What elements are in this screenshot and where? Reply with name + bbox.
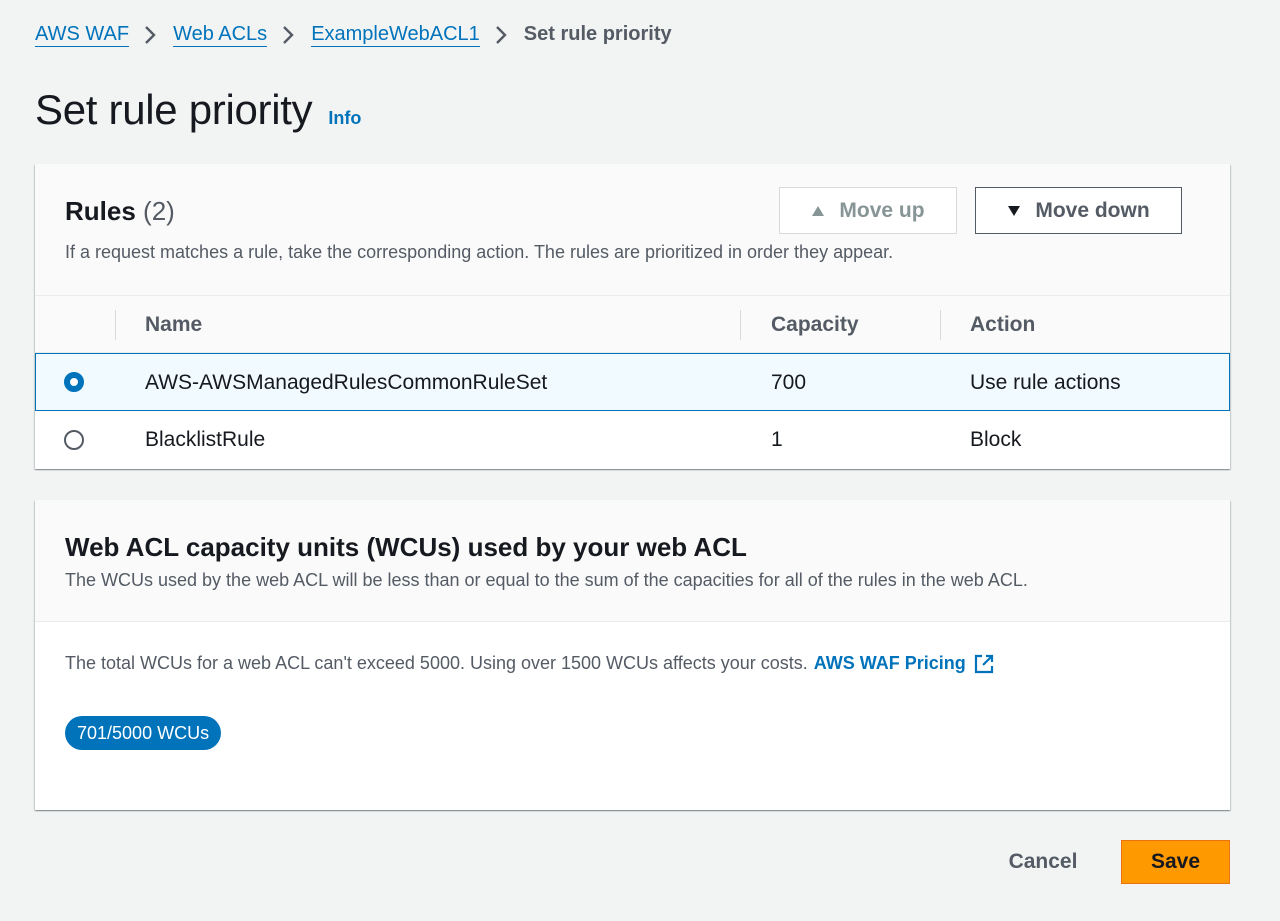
- rules-title-text: Rules: [65, 196, 136, 226]
- move-down-button[interactable]: Move down: [975, 187, 1182, 234]
- breadcrumb-example-web-acl-link[interactable]: ExampleWebACL1: [311, 22, 480, 47]
- column-divider: [740, 310, 741, 340]
- triangle-up-icon: [812, 205, 825, 216]
- breadcrumb-current: Set rule priority: [523, 22, 672, 45]
- rule-name: AWS-AWSManagedRulesCommonRuleSet: [145, 371, 548, 394]
- pricing-link-label: AWS WAF Pricing: [813, 653, 966, 673]
- rules-title: Rules (2): [65, 196, 175, 227]
- breadcrumb: AWS WAF Web ACLs ExampleWebACL1 Set rule…: [35, 20, 672, 48]
- wcu-limit-text-row: The total WCUs for a web ACL can't excee…: [65, 653, 994, 674]
- table-row[interactable]: BlacklistRule 1 Block: [35, 411, 1230, 469]
- wcu-title: Web ACL capacity units (WCUs) used by yo…: [65, 532, 747, 562]
- rule-capacity: 700: [771, 371, 807, 394]
- rules-panel: Rules (2) If a request matches a rule, t…: [35, 164, 1230, 469]
- info-link[interactable]: Info: [328, 108, 361, 129]
- rules-count: (2): [143, 196, 175, 226]
- move-up-label: Move up: [839, 198, 925, 222]
- column-header-name[interactable]: Name: [145, 296, 202, 353]
- aws-waf-pricing-link[interactable]: AWS WAF Pricing: [814, 653, 994, 674]
- breadcrumb-web-acls-link[interactable]: Web ACLs: [173, 22, 268, 47]
- breadcrumb-aws-waf-link[interactable]: AWS WAF: [35, 22, 130, 47]
- page-header: Set rule priority Info: [35, 86, 361, 134]
- rule-capacity: 1: [771, 428, 783, 451]
- page-title: Set rule priority: [35, 86, 313, 133]
- cancel-button[interactable]: Cancel: [990, 840, 1096, 884]
- rules-panel-header: Rules (2) If a request matches a rule, t…: [35, 164, 1230, 296]
- wcu-panel-header: Web ACL capacity units (WCUs) used by yo…: [35, 500, 1230, 622]
- column-header-action[interactable]: Action: [970, 296, 1035, 353]
- move-up-button[interactable]: Move up: [779, 187, 957, 234]
- rule-name: BlacklistRule: [145, 428, 266, 451]
- column-divider: [115, 310, 116, 340]
- chevron-right-icon: [267, 22, 311, 46]
- chevron-right-icon: [129, 22, 173, 46]
- wcu-limit-text: The total WCUs for a web ACL can't excee…: [65, 653, 808, 673]
- save-button[interactable]: Save: [1121, 840, 1230, 884]
- rules-description: If a request matches a rule, take the co…: [65, 242, 894, 262]
- triangle-down-icon: [1008, 205, 1021, 216]
- table-row[interactable]: AWS-AWSManagedRulesCommonRuleSet 700 Use…: [35, 353, 1230, 411]
- column-header-capacity[interactable]: Capacity: [771, 296, 859, 353]
- column-divider: [940, 310, 941, 340]
- row-radio-button[interactable]: [64, 372, 84, 392]
- wcu-description: The WCUs used by the web ACL will be les…: [65, 570, 1028, 590]
- rule-action: Block: [970, 428, 1022, 451]
- move-down-label: Move down: [1035, 198, 1150, 222]
- wcu-panel: Web ACL capacity units (WCUs) used by yo…: [35, 500, 1230, 810]
- rule-action: Use rule actions: [970, 371, 1121, 394]
- row-radio-button[interactable]: [64, 430, 84, 450]
- chevron-right-icon: [480, 22, 524, 46]
- rules-table-header: Name Capacity Action: [35, 296, 1230, 353]
- external-link-icon: [974, 654, 993, 673]
- wcu-usage-badge: 701/5000 WCUs: [65, 716, 222, 750]
